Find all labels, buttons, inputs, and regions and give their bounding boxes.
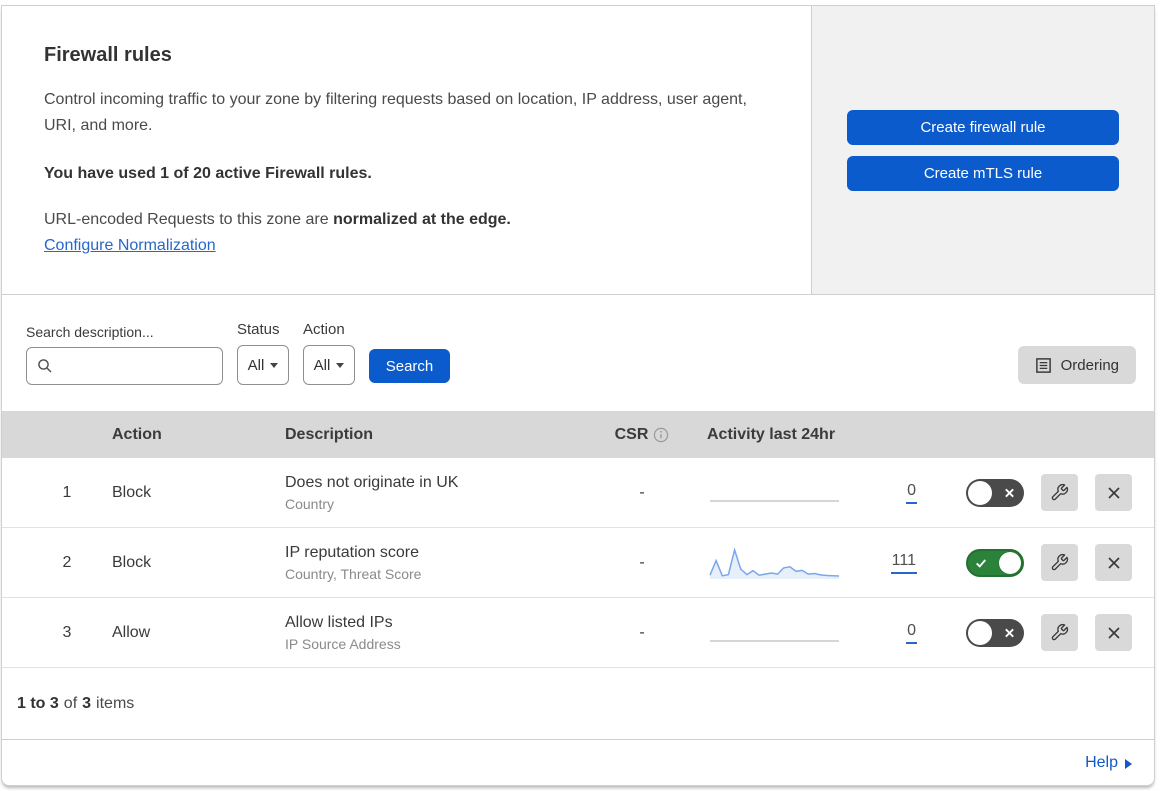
rule-controls [917, 544, 1132, 581]
top-section: Firewall rules Control incoming traffic … [2, 6, 1154, 295]
rule-description: Does not originate in UK [285, 474, 459, 491]
toggle-knob [968, 480, 992, 505]
toggle-knob [999, 551, 1021, 574]
column-csr: CSR [602, 426, 682, 444]
create-firewall-rule-button[interactable]: Create firewall rule [847, 110, 1119, 145]
column-activity: Activity last 24hr [707, 425, 836, 443]
activity-sparkline [710, 499, 839, 502]
search-button[interactable]: Search [369, 349, 450, 383]
rule-priority: 3 [62, 623, 72, 641]
caret-right-icon [1125, 758, 1132, 769]
action-dropdown[interactable]: All [303, 345, 355, 385]
rule-controls [917, 614, 1132, 651]
wrench-icon [1051, 483, 1069, 501]
search-box[interactable] [26, 347, 223, 385]
delete-rule-button[interactable] [1095, 614, 1132, 651]
search-group: Search description... [26, 324, 223, 385]
chevron-down-icon [336, 362, 345, 368]
activity-sparkline [710, 639, 839, 642]
chevron-down-icon [270, 362, 279, 368]
rule-csr: - [639, 553, 645, 571]
close-icon [1107, 556, 1120, 569]
usage-summary: You have used 1 of 20 active Firewall ru… [44, 165, 372, 182]
ordering-button[interactable]: Ordering [1017, 346, 1136, 384]
edit-rule-button[interactable] [1041, 544, 1078, 581]
range-text: 1 to 3 [17, 694, 59, 712]
status-label: Status [237, 321, 280, 338]
page-title: Firewall rules [44, 44, 172, 66]
rule-activity-cell: 111 [682, 543, 917, 583]
delete-rule-button[interactable] [1095, 544, 1132, 581]
wrench-icon [1051, 553, 1069, 571]
rule-enabled-toggle[interactable] [966, 548, 1024, 577]
rule-activity-cell: 0 [682, 613, 917, 653]
rule-activity-cell: 0 [682, 473, 917, 513]
wrench-icon [1051, 623, 1069, 641]
rule-description-cell: IP reputation score Country, Threat Score [272, 541, 602, 584]
rule-csr: - [639, 623, 645, 641]
rule-enabled-toggle[interactable] [966, 478, 1024, 507]
x-icon [1005, 488, 1014, 497]
table-row: 1 Block Does not originate in UK Country - 0 [2, 458, 1154, 528]
rule-description-cell: Does not originate in UK Country [272, 471, 602, 514]
firewall-rules-page: Firewall rules Control incoming traffic … [0, 0, 1161, 791]
delete-rule-button[interactable] [1095, 474, 1132, 511]
rule-priority: 1 [62, 483, 72, 501]
table-row: 3 Allow Allow listed IPs IP Source Address -… [2, 598, 1154, 668]
rule-fields: Country, Threat Score [285, 566, 422, 582]
rule-enabled-toggle[interactable] [966, 618, 1024, 647]
normalization-note: URL-encoded Requests to this zone are no… [44, 211, 511, 228]
rule-fields: Country [285, 496, 335, 512]
configure-normalization-link[interactable]: Configure Normalization [44, 237, 216, 254]
ordering-list-icon [1035, 357, 1051, 373]
rule-description: IP reputation score [285, 544, 420, 561]
activity-count-link[interactable]: 0 [906, 622, 917, 644]
activity-sparkline [709, 546, 840, 579]
check-icon [976, 558, 986, 568]
filter-bar: Search description... Status All Action … [2, 295, 1154, 411]
rule-action: Allow [112, 623, 151, 641]
page-description: Control incoming traffic to your zone by… [44, 91, 747, 134]
edit-rule-button[interactable] [1041, 474, 1078, 511]
action-label: Action [303, 321, 345, 338]
close-icon [1107, 486, 1120, 499]
x-icon [1005, 628, 1014, 637]
rule-description: Allow listed IPs [285, 614, 393, 631]
rule-action: Block [112, 483, 152, 501]
intro-panel: Firewall rules Control incoming traffic … [2, 6, 812, 294]
firewall-rules-card: Firewall rules Control incoming traffic … [1, 5, 1155, 786]
activity-count-link[interactable]: 0 [906, 482, 917, 504]
help-bar: Help [2, 740, 1154, 785]
pagination-footer: 1 to 3 of 3 items [2, 668, 1154, 740]
cta-panel: Create firewall rule Create mTLS rule [812, 6, 1154, 294]
column-description: Description [285, 425, 374, 443]
activity-count-link[interactable]: 111 [890, 552, 917, 574]
table-body: 1 Block Does not originate in UK Country - 0 2… [2, 458, 1154, 668]
help-link[interactable]: Help [1085, 754, 1132, 772]
action-group: Action All [303, 321, 355, 385]
edit-rule-button[interactable] [1041, 614, 1078, 651]
toggle-knob [968, 620, 992, 645]
table-row: 2 Block IP reputation score Country, Threat… [2, 528, 1154, 598]
rule-fields: IP Source Address [285, 636, 401, 652]
status-group: Status All [237, 321, 289, 385]
close-icon [1107, 626, 1120, 639]
search-icon [38, 359, 52, 373]
create-mtls-rule-button[interactable]: Create mTLS rule [847, 156, 1119, 191]
rule-csr: - [639, 483, 645, 501]
rule-action: Block [112, 553, 152, 571]
rule-priority: 2 [62, 553, 72, 571]
rule-controls [917, 474, 1132, 511]
table-header: Action Description CSR Activity last 24h… [2, 411, 1154, 458]
search-input[interactable] [61, 356, 212, 376]
column-action: Action [112, 425, 162, 443]
status-dropdown[interactable]: All [237, 345, 289, 385]
rule-description-cell: Allow listed IPs IP Source Address [272, 611, 602, 654]
search-label: Search description... [26, 324, 154, 340]
info-icon[interactable] [653, 427, 669, 443]
